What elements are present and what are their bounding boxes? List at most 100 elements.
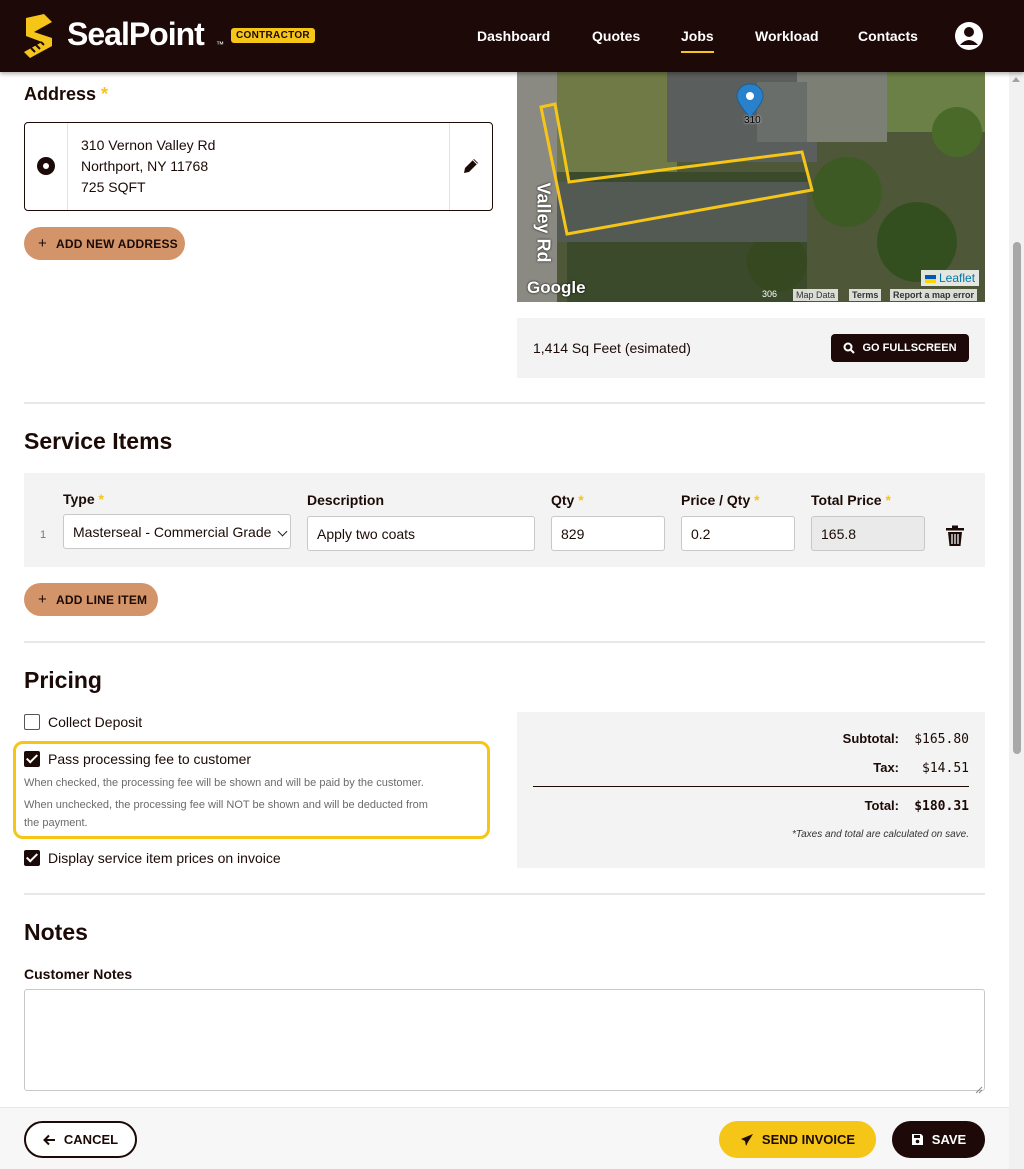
tax-label: Tax: [873,760,899,775]
type-select[interactable]: Masterseal - Commercial Grade [63,514,291,549]
nav-link-dashboard[interactable]: Dashboard [477,28,550,44]
line-item-number: 1 [40,529,47,541]
description-input[interactable]: Apply two coats [307,516,535,551]
type-select-value: Masterseal - Commercial Grade [73,524,272,540]
customer-notes-label: Customer Notes [24,966,133,982]
pass-processing-fee-checkbox[interactable] [24,751,40,767]
brand-trademark: ™ [216,40,224,49]
scroll-up-arrow-icon[interactable] [1012,77,1020,82]
add-line-item-label: ADD LINE ITEM [55,592,148,607]
total-value: $180.31 [914,799,969,814]
pricing-title: Pricing [24,667,102,693]
customer-notes-textarea[interactable] [24,989,985,1091]
add-new-address-button[interactable]: + ADD NEW ADDRESS [24,227,185,260]
sealpoint-logo-icon[interactable] [22,12,58,60]
collect-deposit-checkbox[interactable] [24,714,40,730]
leaflet-attribution-link[interactable]: Leaflet [921,270,980,286]
map-terms-link[interactable]: Terms [849,289,882,301]
floppy-disk-icon [911,1134,923,1145]
pass-processing-fee-label[interactable]: Pass processing fee to customer [48,751,251,767]
chevron-down-icon [277,526,288,537]
cancel-label: CANCEL [63,1132,119,1147]
arrow-left-icon [42,1134,55,1145]
column-header-price-text: Price / Qty [681,492,751,508]
paper-plane-icon [740,1133,753,1146]
plus-icon: + [38,591,47,608]
scrollbar-thumb[interactable] [1013,242,1021,754]
address-city-state: Northport, NY 11768 [81,158,209,174]
required-mark: * [101,84,109,104]
map-imagery [517,72,985,302]
tax-value: $14.51 [922,761,969,776]
map-info-panel: 1,414 Sq Feet (esimated) GO FULLSCREEN [517,318,985,378]
total-label: Total: [864,798,899,813]
column-header-qty-text: Qty [551,492,575,508]
taxes-note: *Taxes and total are calculated on save. [792,829,969,840]
section-divider [24,893,985,895]
google-logo: Google [527,278,586,297]
required-mark: * [578,492,584,508]
display-prices-label[interactable]: Display service item prices on invoice [48,850,281,866]
estimated-sqft: 1,414 Sq Feet (esimated) [533,340,691,356]
add-new-address-label: ADD NEW ADDRESS [55,236,178,251]
notes-title: Notes [24,919,88,945]
map-house-number: 310 [744,115,761,126]
map-road-number: 306 [762,289,778,299]
nav-link-jobs[interactable]: Jobs [681,28,714,53]
top-navbar: SealPoint ™ CONTRACTOR Dashboard Quotes … [0,0,1024,72]
contractor-badge: CONTRACTOR [231,28,315,43]
brand-name[interactable]: SealPoint [67,16,205,53]
column-header-type: Type * [63,491,104,507]
display-prices-checkbox[interactable] [24,850,40,866]
subtotal-label: Subtotal: [842,731,899,746]
subtotal-value: $165.80 [914,732,969,747]
nav-link-contacts[interactable]: Contacts [858,28,918,44]
pencil-icon[interactable] [461,156,481,176]
required-mark: * [885,492,891,508]
totals-divider [533,786,969,787]
service-items-table: Type * Description Qty * Price / Qty * T… [24,473,985,567]
required-mark: * [98,491,104,507]
trash-icon[interactable] [945,525,965,547]
send-invoice-label: SEND INVOICE [761,1132,856,1147]
address-edit-button[interactable] [449,123,492,210]
fee-help-unchecked-line1: When unchecked, the processing fee will … [24,799,428,811]
address-street: 310 Vernon Valley Rd [81,137,216,153]
leaflet-label[interactable]: Leaflet [939,271,975,285]
map-data-link[interactable]: Map Data [793,289,839,301]
fee-help-checked: When checked, the processing fee will be… [24,777,424,789]
send-invoice-button[interactable]: SEND INVOICE [719,1121,876,1158]
cancel-button[interactable]: CANCEL [24,1121,137,1158]
column-header-qty: Qty * [551,492,584,508]
total-price-field: 165.8 [811,516,925,551]
nav-link-quotes[interactable]: Quotes [592,28,640,44]
required-mark: * [754,492,760,508]
satellite-map[interactable]: 310 Valley Rd Google 306 Leaflet Map Dat… [517,72,985,302]
address-heading-text: Address [24,84,97,104]
address-radio-selected[interactable] [37,157,55,175]
save-button[interactable]: SAVE [892,1121,985,1158]
report-map-error-link[interactable]: Report a map error [890,289,978,301]
go-fullscreen-label: GO FULLSCREEN [862,342,957,354]
section-divider [24,641,985,643]
address-sqft: 725 SQFT [81,179,146,195]
add-line-item-button[interactable]: + ADD LINE ITEM [24,583,158,616]
go-fullscreen-button[interactable]: GO FULLSCREEN [831,334,969,362]
plus-icon: + [38,235,47,252]
column-header-type-text: Type [63,491,95,507]
qty-input[interactable]: 829 [551,516,665,551]
collect-deposit-label[interactable]: Collect Deposit [48,714,142,730]
map-road-label: Valley Rd [533,182,554,263]
resize-grip-icon[interactable] [975,1081,983,1094]
nav-link-workload[interactable]: Workload [755,28,819,44]
service-items-title: Service Items [24,428,173,454]
address-select-column[interactable] [25,123,68,210]
column-header-total-text: Total Price [811,492,882,508]
action-footer: CANCEL SEND INVOICE SAVE [0,1107,1009,1169]
totals-panel: Subtotal: $165.80 Tax: $14.51 Total: $18… [517,712,985,868]
column-header-price: Price / Qty * [681,492,760,508]
user-avatar-icon[interactable] [954,21,984,51]
price-per-qty-input[interactable]: 0.2 [681,516,795,551]
fee-help-unchecked-line2: the payment. [24,817,88,829]
address-card[interactable]: 310 Vernon Valley Rd Northport, NY 11768… [24,122,493,211]
